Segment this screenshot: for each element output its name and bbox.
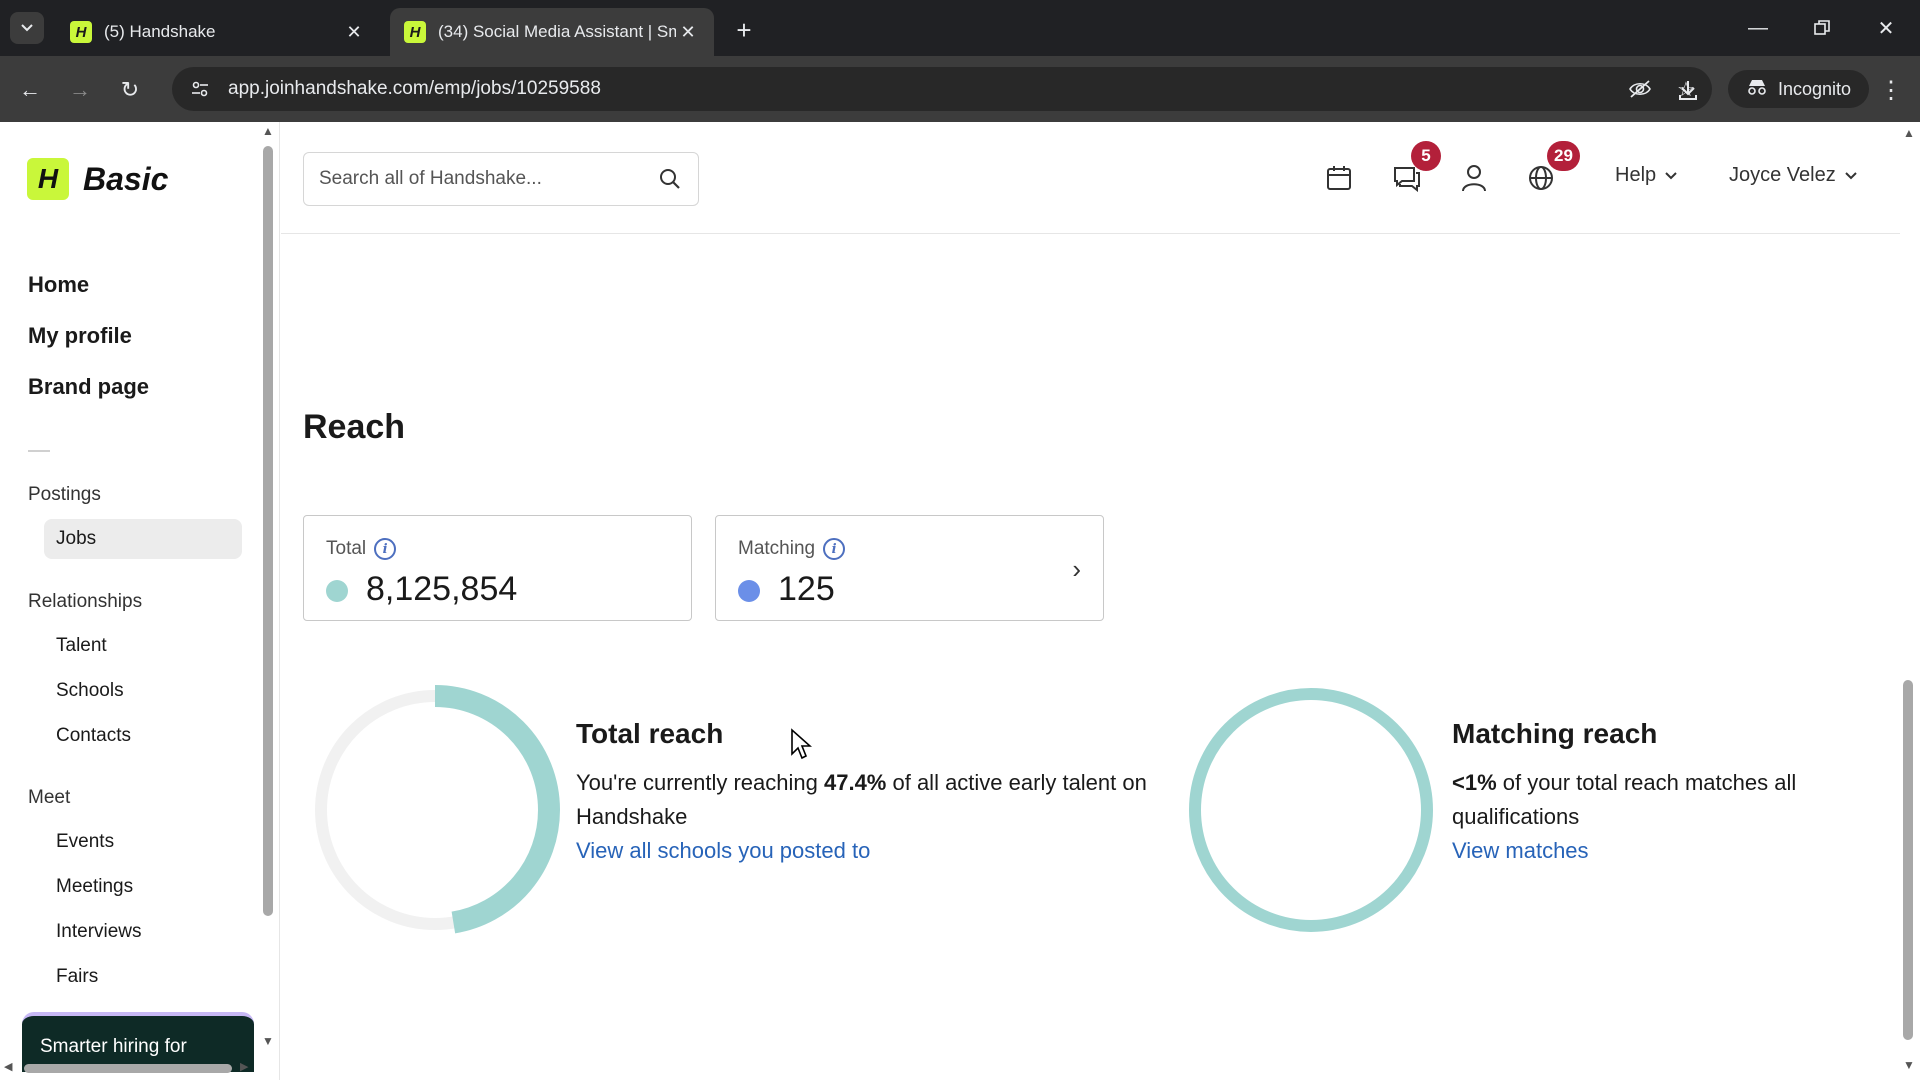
sidebar-section-meet: Meet: [28, 787, 71, 808]
incognito-label: Incognito: [1778, 78, 1852, 99]
tab-search-button[interactable]: [10, 12, 44, 44]
sidebar-section-relationships: Relationships: [28, 591, 143, 612]
sidebar-item-meetings[interactable]: Meetings: [56, 876, 133, 898]
incognito-icon: [1746, 78, 1768, 101]
scroll-down-arrow-icon[interactable]: ▼: [262, 1034, 274, 1048]
sidebar-section-postings: Postings: [28, 484, 101, 505]
user-name: Joyce Velez: [1729, 164, 1836, 186]
total-label: Total: [326, 538, 367, 559]
eye-off-icon[interactable]: [1620, 69, 1660, 109]
browser-menu-icon[interactable]: ⋮: [1876, 72, 1906, 108]
scroll-left-arrow-icon[interactable]: ◀: [4, 1060, 12, 1073]
matching-dot: [738, 580, 760, 602]
sidebar-horizontal-scrollbar[interactable]: ◀ ▶: [0, 1056, 262, 1080]
sidebar-item-my-profile[interactable]: My profile: [28, 323, 132, 349]
sidebar-item-events[interactable]: Events: [56, 831, 114, 853]
chevron-down-icon: [1845, 171, 1857, 179]
horizontal-scrollbar-thumb[interactable]: [24, 1064, 232, 1073]
browser-tab-handshake[interactable]: H (5) Handshake ✕: [56, 8, 380, 56]
globe-badge: 29: [1547, 141, 1580, 171]
total-reach-heading: Total reach: [576, 718, 724, 749]
messages-badge: 5: [1411, 141, 1441, 171]
user-menu[interactable]: Joyce Velez: [1729, 164, 1858, 187]
view-matches-link[interactable]: View matches: [1452, 834, 1872, 868]
reach-heading: Reach: [303, 408, 406, 446]
main-scrollbar-thumb[interactable]: [1903, 680, 1913, 1040]
close-icon[interactable]: ✕: [342, 20, 366, 44]
tab-title: (5) Handshake: [104, 22, 216, 41]
logo-text: Basic: [83, 160, 169, 197]
url-text[interactable]: app.joinhandshake.com/emp/jobs/10259588: [228, 78, 1620, 100]
search-icon[interactable]: [650, 159, 690, 199]
sidebar-item-schools[interactable]: Schools: [56, 680, 124, 702]
sidebar-scrollbar-thumb[interactable]: [263, 146, 273, 916]
matching-reach-ring-fill: [1189, 688, 1433, 932]
matching-value: 125: [778, 570, 835, 608]
mouse-cursor-icon: [791, 728, 812, 760]
total-reach-ring: [310, 685, 560, 935]
sidebar-item-fairs[interactable]: Fairs: [56, 966, 98, 988]
matching-reach-heading: Matching reach: [1452, 718, 1658, 749]
browser-tabbar: H (5) Handshake ✕ H (34) Social Media As…: [0, 0, 1920, 56]
scroll-up-arrow-icon[interactable]: ▲: [262, 124, 274, 138]
handshake-favicon-icon: H: [404, 21, 426, 43]
back-arrow-icon[interactable]: ←: [12, 72, 48, 108]
browser-tab-social-media-assistant[interactable]: H (34) Social Media Assistant | Sm ✕: [390, 8, 714, 56]
sidebar-item-interviews[interactable]: Interviews: [56, 921, 142, 943]
total-reach-percent: 47.4%: [823, 770, 887, 795]
logo-mark: H: [27, 158, 69, 200]
info-icon[interactable]: i: [823, 538, 846, 560]
help-menu[interactable]: Help: [1615, 164, 1678, 187]
sidebar-item-brand-page[interactable]: Brand page: [28, 374, 149, 400]
address-bar[interactable]: app.joinhandshake.com/emp/jobs/10259588 …: [172, 67, 1712, 111]
calendar-icon[interactable]: [1317, 156, 1361, 200]
matching-reach-text: <1% of your total reach matches all qual…: [1452, 770, 1797, 829]
scroll-right-arrow-icon[interactable]: ▶: [240, 1060, 248, 1073]
total-value: 8,125,854: [366, 570, 518, 608]
sidebar-item-contacts[interactable]: Contacts: [56, 725, 131, 747]
matching-reach-percent: <1%: [1452, 770, 1497, 795]
total-reach-text: You're currently reaching 47.4% of all a…: [576, 770, 1147, 829]
sidebar-divider: [28, 450, 50, 452]
scroll-up-arrow-icon[interactable]: ▲: [1903, 126, 1915, 140]
total-dot: [326, 580, 348, 602]
total-card: Total i 8,125,854: [303, 515, 692, 621]
restore-icon[interactable]: [1802, 10, 1842, 46]
forward-arrow-icon[interactable]: →: [62, 72, 98, 108]
chevron-down-icon: [1665, 171, 1677, 179]
download-icon[interactable]: [1670, 72, 1706, 108]
view-schools-link[interactable]: View all schools you posted to: [576, 834, 1176, 868]
chevron-right-icon[interactable]: ›: [1072, 554, 1081, 585]
incognito-indicator[interactable]: Incognito: [1728, 70, 1870, 108]
sidebar-item-talent[interactable]: Talent: [56, 635, 107, 657]
browser-toolbar: ← → ↻ app.joinhandshake.com/emp/jobs/102…: [0, 56, 1920, 122]
app-header: 5 29 Help Joyce Velez: [281, 122, 1900, 234]
close-window-icon[interactable]: ✕: [1866, 10, 1906, 46]
new-tab-button[interactable]: +: [728, 14, 760, 46]
close-icon[interactable]: ✕: [676, 20, 700, 44]
search-input[interactable]: [319, 168, 650, 190]
reload-icon[interactable]: ↻: [112, 72, 148, 108]
info-icon[interactable]: i: [374, 538, 397, 560]
search-box[interactable]: [303, 152, 699, 206]
tab-title: (34) Social Media Assistant | Sm: [438, 22, 676, 41]
matching-label: Matching: [738, 538, 816, 559]
handshake-favicon-icon: H: [70, 21, 92, 43]
sidebar-item-home[interactable]: Home: [28, 272, 89, 298]
minimize-icon[interactable]: —: [1738, 10, 1778, 46]
site-settings-icon[interactable]: [180, 69, 220, 109]
chevron-down-icon: [21, 24, 33, 32]
matching-reach-ring: [1189, 688, 1433, 932]
matching-reach-block: Matching reach <1% of your total reach m…: [1452, 718, 1872, 868]
handshake-logo[interactable]: H Basic: [27, 158, 168, 200]
total-reach-block: Total reach You're currently reaching 47…: [576, 718, 1176, 868]
sidebar-item-jobs[interactable]: Jobs: [44, 519, 242, 559]
scroll-down-arrow-icon[interactable]: ▼: [1903, 1058, 1915, 1072]
matching-card[interactable]: Matching i 125 ›: [715, 515, 1104, 621]
sidebar: H Basic Home My profile Brand page Posti…: [0, 122, 280, 1080]
user-icon[interactable]: [1452, 156, 1496, 200]
help-label: Help: [1615, 164, 1657, 186]
